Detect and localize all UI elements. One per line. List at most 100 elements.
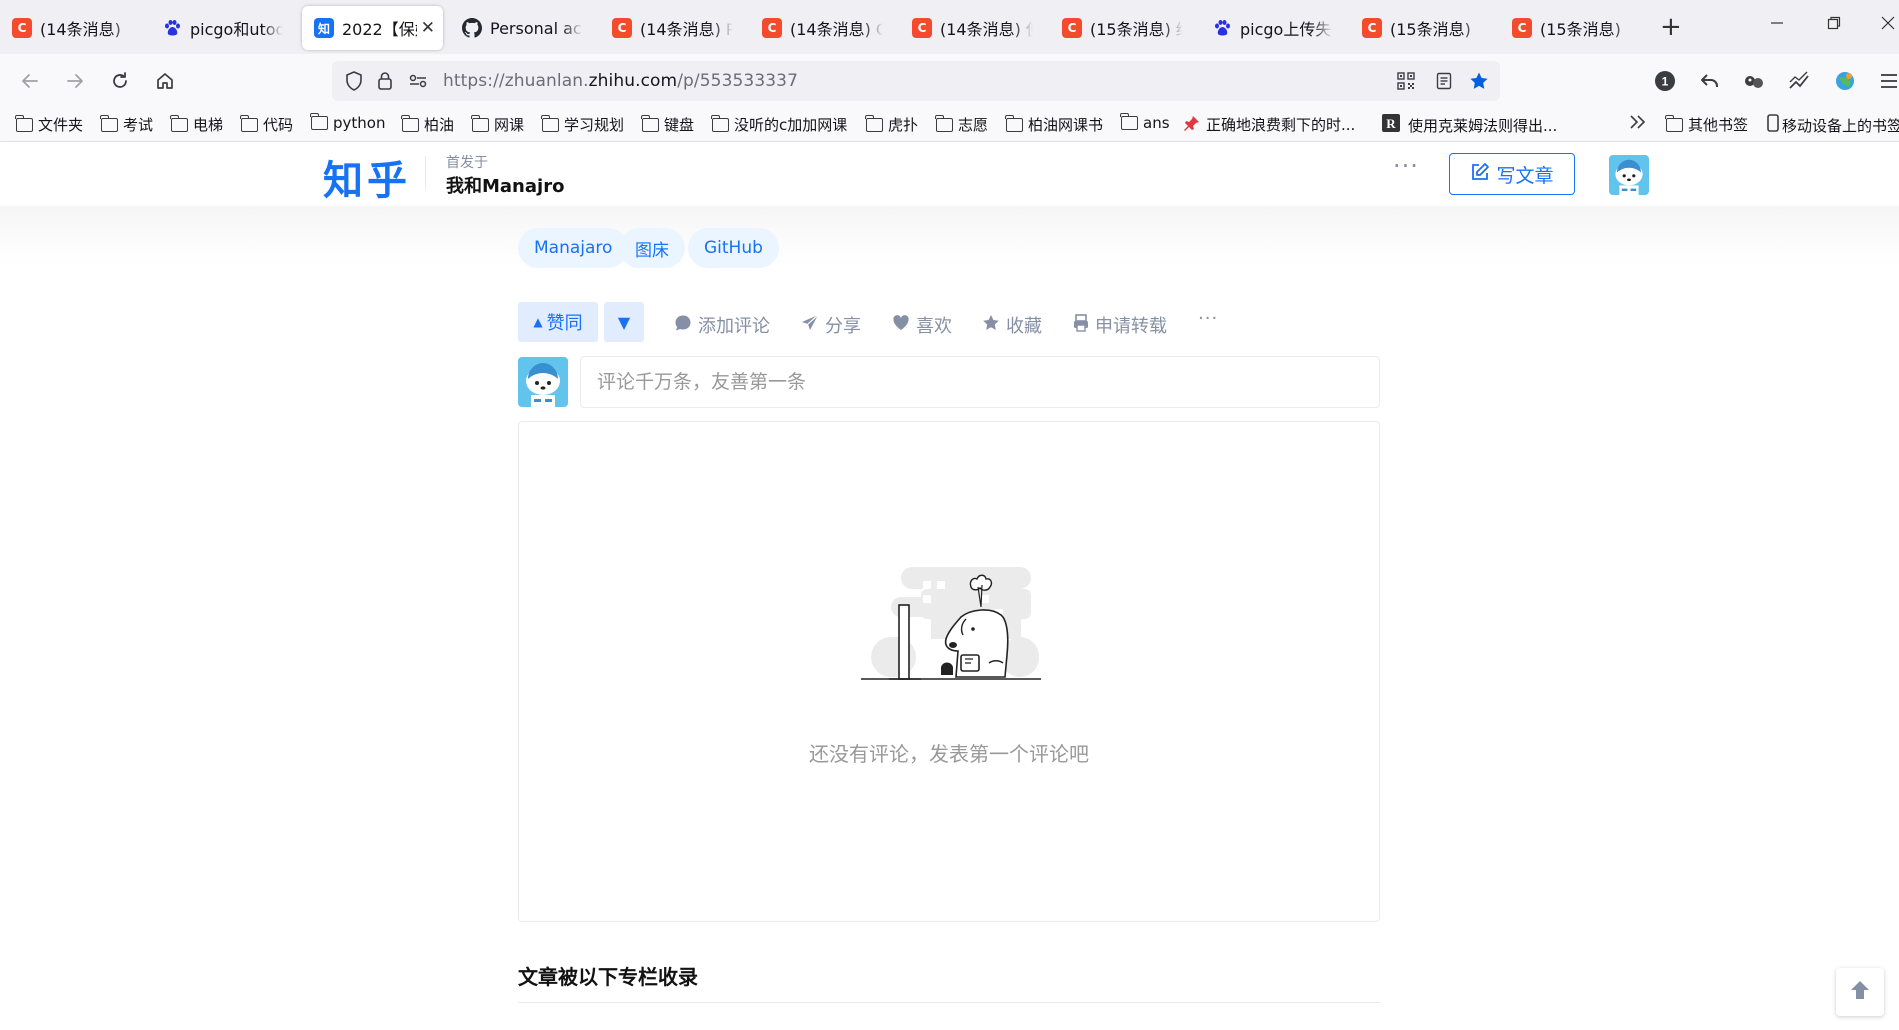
header-shadow-band: [0, 206, 1899, 266]
bookmark-folder[interactable]: 志愿: [935, 114, 989, 135]
bookmark-folder[interactable]: 文件夹: [15, 114, 83, 135]
bookmark-folder[interactable]: 代码: [240, 114, 294, 135]
column-name-link[interactable]: 我和Manajro: [446, 172, 564, 198]
more-actions-button[interactable]: ···: [1198, 308, 1218, 329]
undo-arrow-icon[interactable]: [1695, 66, 1725, 96]
extension-globe-icon[interactable]: [1830, 66, 1860, 96]
upvote-button[interactable]: ▲ 赞同: [518, 302, 598, 342]
bookmarks-overflow-chevron-icon[interactable]: [1629, 114, 1647, 130]
printer-icon: [1073, 313, 1089, 337]
topic-tag[interactable]: GitHub: [688, 228, 779, 268]
browser-tab[interactable]: C (14条消息) Git: [750, 6, 891, 50]
share-button[interactable]: 分享: [801, 312, 861, 338]
bookmark-folder[interactable]: 键盘: [641, 114, 694, 135]
lock-icon[interactable]: [375, 71, 395, 91]
browser-tab[interactable]: C (14条消息) 《: [0, 6, 141, 50]
like-button[interactable]: 喜欢: [892, 312, 952, 338]
bookmark-folder[interactable]: 没听的c加加网课: [711, 114, 847, 135]
browser-tab-active[interactable]: 知 2022【保姆 ✕: [302, 6, 443, 50]
bookmark-label: 志愿: [958, 116, 989, 134]
folder-icon: [865, 114, 883, 132]
published-in-label: 首发于: [446, 155, 488, 171]
url-prefix: https://zhuanlan.: [443, 71, 589, 91]
tab-title: (15条消息) 【: [1390, 20, 1483, 39]
restore-window-button[interactable]: [1827, 14, 1841, 35]
commenter-avatar: [518, 357, 568, 407]
reload-button[interactable]: [105, 66, 135, 96]
zhihu-logo[interactable]: 知乎: [323, 148, 411, 206]
address-bar[interactable]: https://zhuanlan.zhihu.com/p/553533337: [332, 61, 1500, 101]
comment-input[interactable]: [580, 356, 1380, 408]
bookmark-link[interactable]: 正确地浪费剩下的时...: [1184, 114, 1355, 135]
tracking-shield-icon[interactable]: [344, 71, 364, 91]
browser-tab[interactable]: picgo上传失败: [1200, 6, 1341, 50]
bookmark-label: 柏油网课书: [1028, 116, 1104, 134]
header-divider: [425, 156, 426, 190]
back-button[interactable]: [15, 66, 45, 96]
bookmark-folder[interactable]: 考试: [100, 114, 154, 135]
close-tab-icon[interactable]: ✕: [421, 18, 435, 38]
browser-tab[interactable]: Personal acce: [450, 6, 591, 50]
repost-request-label: 申请转载: [1095, 316, 1167, 337]
bookmark-folder[interactable]: 电梯: [170, 114, 223, 135]
star-icon: [982, 314, 1000, 337]
bookmark-folder[interactable]: python: [310, 113, 385, 132]
bookmark-folder[interactable]: ans: [1120, 113, 1170, 132]
browser-tab[interactable]: C (15条消息) 给: [1050, 6, 1191, 50]
extension-icon[interactable]: [1739, 66, 1769, 96]
bookmark-label: 代码: [263, 116, 294, 134]
bookmark-label: 考试: [123, 116, 154, 134]
upvote-label: 赞同: [546, 313, 583, 334]
bookmark-folder[interactable]: 网课: [471, 114, 525, 135]
write-article-label: 写文章: [1496, 164, 1554, 187]
topic-tag[interactable]: Manajaro: [518, 228, 629, 268]
browser-tab-strip: C (14条消息) 《 picgo和utools 知 2022【保姆 ✕ Per…: [0, 0, 1899, 54]
close-window-button[interactable]: [1881, 14, 1895, 35]
home-button[interactable]: [150, 66, 180, 96]
app-menu-button[interactable]: [1874, 66, 1899, 96]
forward-button[interactable]: [60, 66, 90, 96]
csdn-icon: C: [1512, 18, 1532, 38]
included-in-columns-heading: 文章被以下专栏收录: [518, 965, 698, 989]
bookmark-folder[interactable]: 学习规划: [541, 114, 624, 135]
browser-nav-bar: https://zhuanlan.zhihu.com/p/553533337 1: [0, 54, 1899, 108]
bookmark-label: 网课: [494, 116, 525, 134]
browser-tab[interactable]: C (14条消息) Pic: [600, 6, 741, 50]
bookmark-star-icon[interactable]: [1469, 71, 1489, 91]
bookmark-folder[interactable]: 柏油: [401, 114, 454, 135]
new-tab-button[interactable]: +: [1660, 12, 1682, 42]
more-options-button[interactable]: ···: [1393, 152, 1419, 180]
minimize-window-button[interactable]: [1770, 14, 1784, 35]
permissions-icon[interactable]: [408, 71, 428, 91]
browser-tab[interactable]: C (15条消息) 【: [1350, 6, 1491, 50]
browser-tab[interactable]: C (15条消息) 【: [1500, 6, 1641, 50]
add-comment-button[interactable]: 添加评论: [674, 312, 770, 338]
user-avatar[interactable]: [1609, 155, 1649, 195]
repost-request-button[interactable]: 申请转载: [1073, 312, 1167, 338]
bookmark-label: ans: [1143, 114, 1170, 132]
heart-icon: [892, 314, 910, 337]
qr-code-icon[interactable]: [1396, 71, 1416, 91]
browser-tab[interactable]: picgo和utools: [150, 6, 291, 50]
browser-tab[interactable]: C (14条消息) 使: [900, 6, 1041, 50]
extension-chart-icon[interactable]: [1784, 66, 1814, 96]
bookmark-link[interactable]: R 使用克莱姆法则得出...: [1382, 114, 1557, 136]
collect-label: 收藏: [1006, 316, 1042, 337]
tab-title: (14条消息) 使: [940, 20, 1033, 39]
bookmark-label: 正确地浪费剩下的时...: [1206, 116, 1356, 134]
bookmark-folder[interactable]: 虎扑: [865, 114, 918, 135]
back-to-top-button[interactable]: [1836, 968, 1884, 1016]
collect-button[interactable]: 收藏: [982, 312, 1042, 338]
reader-view-icon[interactable]: [1434, 71, 1454, 91]
bookmark-folder-other[interactable]: 其他书签: [1665, 114, 1748, 135]
url-path: /p/553533337: [677, 71, 799, 91]
topic-tag[interactable]: 图床: [619, 228, 685, 268]
extension-badge-icon[interactable]: 1: [1650, 66, 1680, 96]
paper-plane-icon: [801, 314, 819, 337]
write-article-button[interactable]: 写文章: [1449, 153, 1575, 195]
bookmark-folder[interactable]: 柏油网课书: [1005, 114, 1104, 135]
downvote-button[interactable]: ▼: [604, 302, 644, 342]
bookmark-label: 使用克莱姆法则得出...: [1408, 116, 1558, 135]
r-logo-icon: R: [1382, 114, 1400, 136]
bookmark-folder-mobile[interactable]: 移动设备上的书签: [1767, 114, 1899, 136]
